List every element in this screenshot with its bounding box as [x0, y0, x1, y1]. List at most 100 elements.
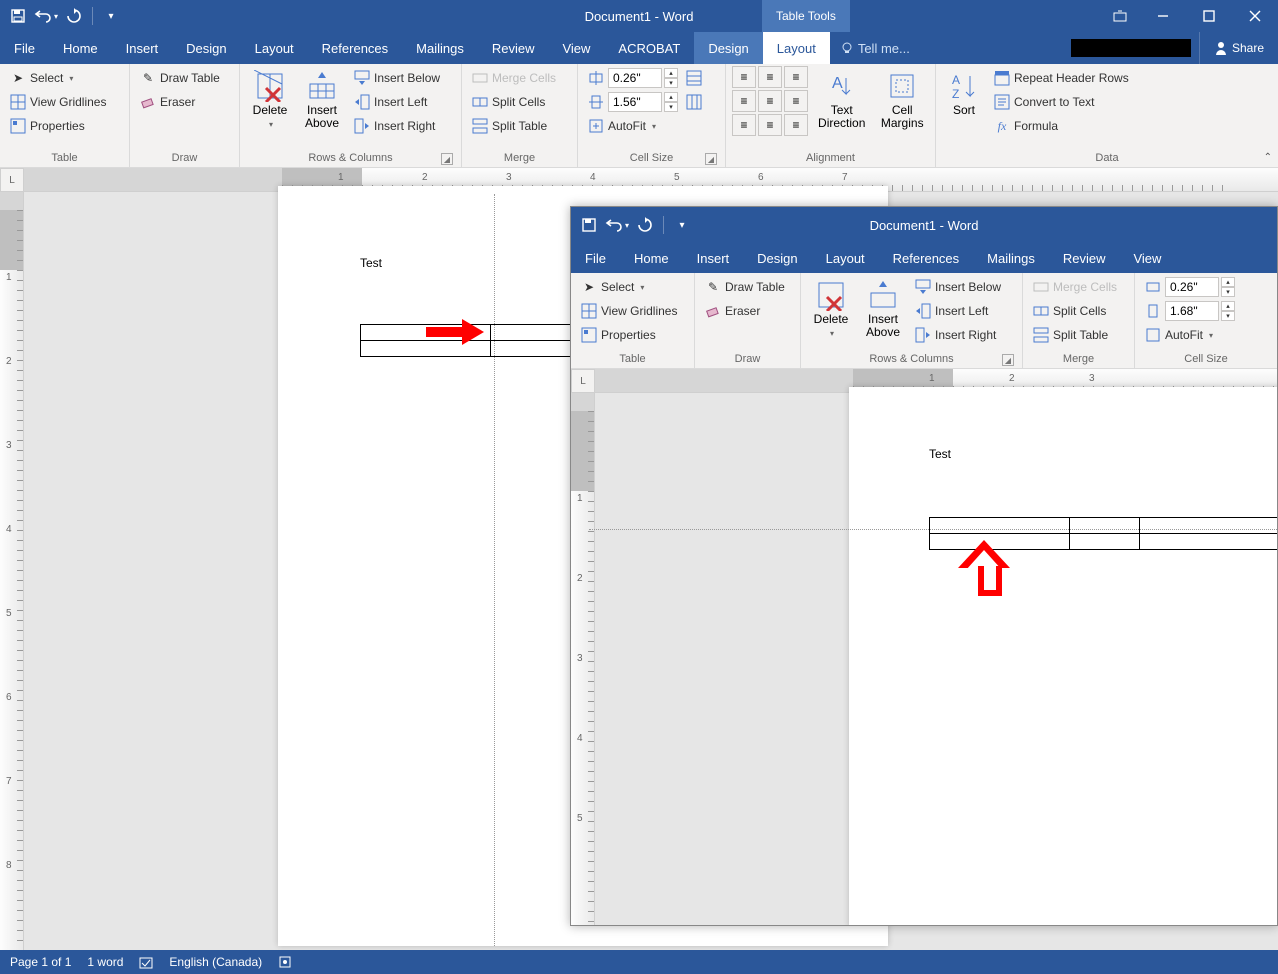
column-width-input[interactable] [608, 92, 662, 112]
overlay-tab-layout[interactable]: Layout [812, 243, 879, 273]
overlay-col-width-input[interactable] [1165, 301, 1219, 321]
overlay-qat-undo-icon[interactable]: ▾ [605, 213, 629, 237]
overlay-split-table-button[interactable]: Split Table [1029, 323, 1121, 347]
status-language[interactable]: English (Canada) [169, 955, 262, 969]
spin-up-icon[interactable]: ▴ [664, 92, 678, 102]
eraser-button[interactable]: Eraser [136, 90, 224, 114]
split-cells-button[interactable]: Split Cells [468, 90, 560, 114]
overlay-tab-view[interactable]: View [1119, 243, 1175, 273]
minimize-button[interactable] [1140, 0, 1186, 32]
tab-table-layout[interactable]: Layout [763, 32, 830, 64]
autofit-button[interactable]: AutoFit▾ [584, 114, 706, 138]
formula-button[interactable]: fxFormula [990, 114, 1133, 138]
status-words[interactable]: 1 word [87, 955, 123, 969]
share-button[interactable]: Share [1199, 32, 1278, 64]
insert-below-button[interactable]: Insert Below [350, 66, 444, 90]
overlay-split-cells-button[interactable]: Split Cells [1029, 299, 1121, 323]
align-top-left[interactable]: ≡ [732, 66, 756, 88]
align-top-right[interactable]: ≡ [784, 66, 808, 88]
overlay-merge-cells-button[interactable]: Merge Cells [1029, 275, 1121, 299]
tab-file[interactable]: File [0, 32, 49, 64]
status-page[interactable]: Page 1 of 1 [10, 955, 71, 969]
table-cell[interactable] [930, 518, 1070, 534]
align-top-center[interactable]: ≡ [758, 66, 782, 88]
table-cell[interactable] [1070, 534, 1140, 550]
insert-left-button[interactable]: Insert Left [350, 90, 444, 114]
row-height-input[interactable] [608, 68, 662, 88]
align-bot-right[interactable]: ≡ [784, 114, 808, 136]
text-direction-button[interactable]: AText Direction [812, 66, 871, 134]
tab-mailings[interactable]: Mailings [402, 32, 478, 64]
overlay-view-gridlines-button[interactable]: View Gridlines [577, 299, 681, 323]
tab-layout[interactable]: Layout [241, 32, 308, 64]
table-cell[interactable] [1140, 534, 1278, 550]
overlay-eraser-button[interactable]: Eraser [701, 299, 789, 323]
maximize-button[interactable] [1186, 0, 1232, 32]
tab-insert[interactable]: Insert [112, 32, 173, 64]
overlay-tab-home[interactable]: Home [620, 243, 683, 273]
tab-acrobat[interactable]: ACROBAT [604, 32, 694, 64]
overlay-vertical-ruler[interactable]: 12345 [571, 393, 595, 925]
overlay-ruler-corner[interactable]: L [571, 369, 595, 393]
overlay-rowscols-dialog-launcher[interactable]: ◢ [1002, 354, 1014, 366]
tab-review[interactable]: Review [478, 32, 549, 64]
view-gridlines-button[interactable]: View Gridlines [6, 90, 110, 114]
overlay-tab-design[interactable]: Design [743, 243, 811, 273]
row-height-field[interactable]: ▴▾ [584, 66, 706, 90]
draw-table-button[interactable]: ✎Draw Table [136, 66, 224, 90]
overlay-qat-customize-icon[interactable]: ▾ [670, 213, 694, 237]
distribute-rows-icon[interactable] [686, 70, 702, 86]
properties-button[interactable]: Properties [6, 114, 110, 138]
overlay-properties-button[interactable]: Properties [577, 323, 681, 347]
ribbon-display-options-icon[interactable] [1100, 0, 1140, 32]
ruler-corner[interactable]: L [0, 168, 24, 192]
status-macro-icon[interactable] [278, 955, 292, 969]
overlay-tab-mailings[interactable]: Mailings [973, 243, 1049, 273]
overlay-insert-below-button[interactable]: Insert Below [911, 275, 1005, 299]
tab-references[interactable]: References [308, 32, 402, 64]
overlay-tab-file[interactable]: File [571, 243, 620, 273]
spin-down-icon[interactable]: ▾ [664, 78, 678, 88]
sort-button[interactable]: AZSort [942, 66, 986, 121]
column-width-field[interactable]: ▴▾ [584, 90, 706, 114]
align-bot-left[interactable]: ≡ [732, 114, 756, 136]
overlay-select-button[interactable]: ➤Select▾ [577, 275, 681, 299]
overlay-row-height-input[interactable] [1165, 277, 1219, 297]
align-bot-center[interactable]: ≡ [758, 114, 782, 136]
overlay-autofit-button[interactable]: AutoFit▾ [1141, 323, 1239, 347]
cell-margins-button[interactable]: Cell Margins [875, 66, 929, 134]
overlay-tab-references[interactable]: References [879, 243, 973, 273]
tab-design[interactable]: Design [172, 32, 240, 64]
table-cell[interactable] [1140, 518, 1278, 534]
overlay-qat-redo-icon[interactable] [633, 213, 657, 237]
delete-button[interactable]: Delete▾ [246, 66, 294, 135]
tab-view[interactable]: View [548, 32, 604, 64]
overlay-draw-table-button[interactable]: ✎Draw Table [701, 275, 789, 299]
overlay-insert-above-button[interactable]: Insert Above [859, 275, 907, 343]
collapse-ribbon-icon[interactable]: ⌃ [1264, 152, 1272, 163]
overlay-delete-button[interactable]: Delete▾ [807, 275, 855, 344]
vertical-ruler[interactable]: 12345678 [0, 192, 24, 950]
overlay-page[interactable]: Test [849, 387, 1278, 926]
overlay-row-height-field[interactable]: ▴▾ [1141, 275, 1239, 299]
qat-save-icon[interactable] [6, 4, 30, 28]
overlay-tab-insert[interactable]: Insert [683, 243, 744, 273]
status-proof-icon[interactable] [139, 955, 153, 969]
insert-above-button[interactable]: Insert Above [298, 66, 346, 134]
overlay-qat-save-icon[interactable] [577, 213, 601, 237]
qat-customize-icon[interactable]: ▾ [99, 4, 123, 28]
repeat-header-rows-button[interactable]: Repeat Header Rows [990, 66, 1133, 90]
overlay-insert-left-button[interactable]: Insert Left [911, 299, 1005, 323]
insert-right-button[interactable]: Insert Right [350, 114, 444, 138]
overlay-tab-review[interactable]: Review [1049, 243, 1120, 273]
cellsize-dialog-launcher[interactable]: ◢ [705, 153, 717, 165]
overlay-col-width-field[interactable]: ▴▾ [1141, 299, 1239, 323]
tell-me[interactable]: Tell me... [830, 32, 920, 64]
distribute-cols-icon[interactable] [686, 94, 702, 110]
align-mid-center[interactable]: ≡ [758, 90, 782, 112]
select-button[interactable]: ➤Select▾ [6, 66, 110, 90]
tab-table-design[interactable]: Design [694, 32, 762, 64]
align-mid-right[interactable]: ≡ [784, 90, 808, 112]
overlay-insert-right-button[interactable]: Insert Right [911, 323, 1005, 347]
spin-up-icon[interactable]: ▴ [664, 68, 678, 78]
